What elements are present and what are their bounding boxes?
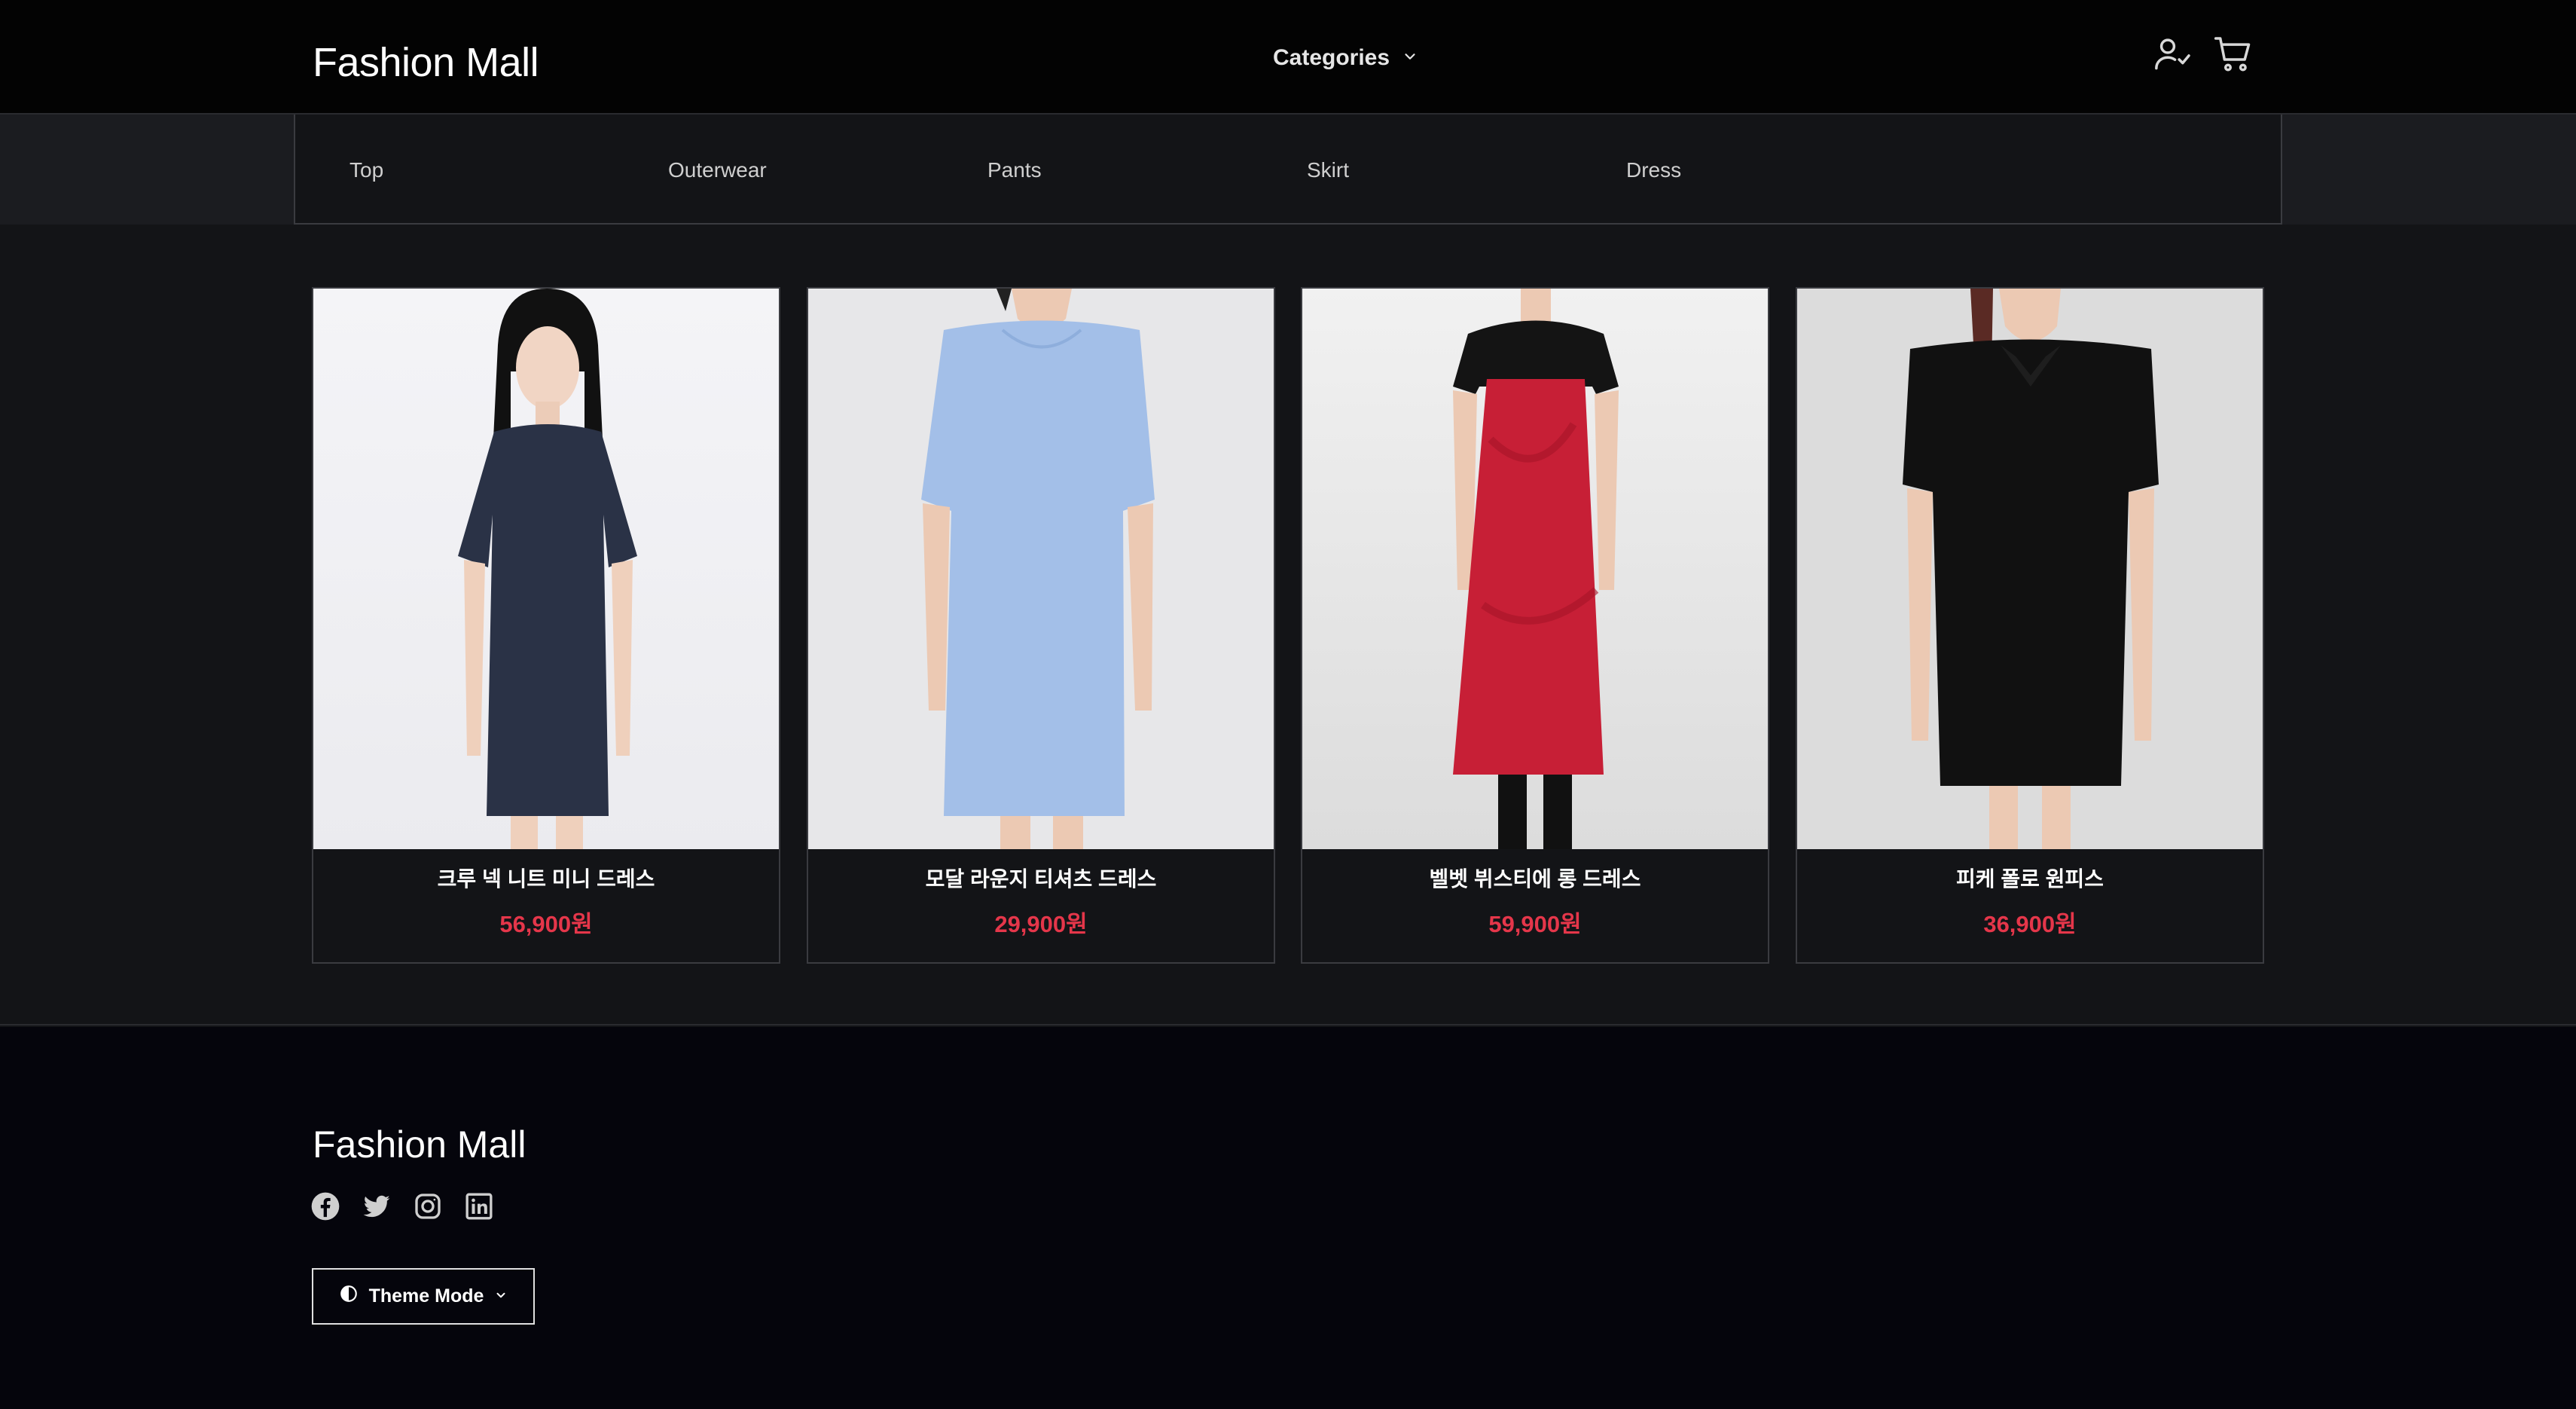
site-logo[interactable]: Fashion Mall [313, 39, 539, 86]
product-image[interactable] [1302, 289, 1768, 849]
product-image[interactable] [808, 289, 1274, 849]
product-image[interactable] [1797, 289, 2263, 849]
product-price: 59,900원 [1488, 911, 1582, 937]
product-name[interactable]: 모달 라운지 티셔츠 드레스 [808, 863, 1274, 893]
site-header: Fashion Mall Categories [0, 0, 2576, 115]
product-name[interactable]: 크루 넥 니트 미니 드레스 [313, 863, 779, 893]
product-card[interactable]: 모달 라운지 티셔츠 드레스 29,900원 [807, 287, 1275, 964]
product-card[interactable]: 벨벳 뷔스티에 롱 드레스 59,900원 [1301, 287, 1769, 964]
theme-mode-label: Theme Mode [368, 1285, 484, 1307]
categories-label: Categories [1273, 45, 1390, 70]
half-circle-contrast-icon [339, 1284, 359, 1309]
chevron-down-icon [1402, 45, 1418, 71]
product-image[interactable] [313, 289, 779, 849]
menu-item-skirt[interactable]: Skirt [1307, 158, 1349, 182]
product-name[interactable]: 피케 폴로 원피스 [1797, 863, 2263, 893]
product-price: 36,900원 [1983, 911, 2077, 937]
footer-logo[interactable]: Fashion Mall [313, 1123, 526, 1166]
product-price: 29,900원 [994, 911, 1088, 937]
menu-item-outerwear[interactable]: Outerwear [668, 158, 767, 182]
menu-item-pants[interactable]: Pants [987, 158, 1042, 182]
cart-icon[interactable] [2212, 33, 2254, 75]
linkedin-icon[interactable] [464, 1191, 494, 1221]
product-name[interactable]: 벨벳 뷔스티에 롱 드레스 [1302, 863, 1768, 893]
menu-item-dress[interactable]: Dress [1626, 158, 1681, 182]
category-menu: Top Outerwear Pants Skirt Dress [294, 115, 2282, 225]
facebook-icon[interactable] [310, 1191, 340, 1221]
product-card[interactable]: 크루 넥 니트 미니 드레스 56,900원 [312, 287, 780, 964]
site-footer: Fashion Mall Theme Mode [0, 1027, 2576, 1409]
menu-item-top[interactable]: Top [349, 158, 383, 182]
categories-dropdown-toggle[interactable]: Categories [1273, 39, 1418, 77]
chevron-down-icon [494, 1285, 508, 1307]
twitter-icon[interactable] [362, 1191, 392, 1221]
user-check-icon[interactable] [2152, 33, 2194, 75]
product-price: 56,900원 [499, 911, 593, 937]
theme-mode-button[interactable]: Theme Mode [312, 1268, 535, 1325]
product-card[interactable]: 피케 폴로 원피스 36,900원 [1796, 287, 2264, 964]
instagram-icon[interactable] [413, 1191, 443, 1221]
